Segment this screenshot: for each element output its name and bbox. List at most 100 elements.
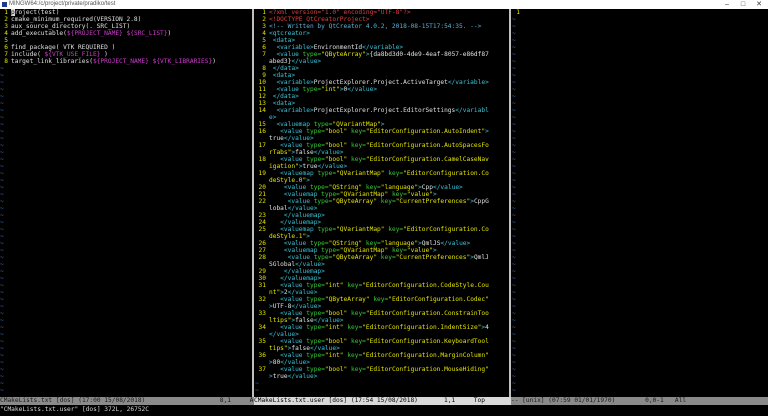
code-line[interactable]: 23 </valuemap> — [255, 212, 508, 219]
code-line[interactable]: true</value> — [255, 135, 508, 142]
empty-buffer-line: ~ — [0, 86, 4, 93]
code-line[interactable]: 16 <value type="bool" key="EditorConfigu… — [255, 128, 508, 135]
code-token: > — [306, 177, 310, 184]
code-line[interactable]: 20 <value type="QString" key="language">… — [255, 184, 508, 191]
code-line[interactable]: 5 — [0, 37, 252, 44]
code-line[interactable]: 15 <valuemap type="QVariantMap"> — [255, 121, 508, 128]
code-line[interactable]: 35 <value type="bool" key="EditorConfigu… — [255, 338, 508, 345]
code-token: </valuemap> — [269, 219, 322, 226]
code-line[interactable]: 34 <value type="int" key="EditorConfigur… — [255, 324, 508, 331]
code-token: key= — [384, 226, 404, 233]
code-token: include( — [11, 51, 45, 58]
code-line[interactable]: 25 <valuemap type="QVariantMap" key="Edi… — [255, 226, 508, 233]
code-line[interactable]: 1 <?xml version="1.0" encoding="UTF-8"?> — [255, 9, 508, 16]
code-line[interactable]: 5 <data> — [255, 37, 508, 44]
code-line[interactable]: e> — [255, 114, 508, 121]
code-line[interactable]: rTabs">false</value> — [255, 149, 508, 156]
code-line[interactable]: igation">true</value> — [255, 163, 508, 170]
code-line[interactable]: 24 </valuemap> — [255, 219, 508, 226]
code-line[interactable]: 32 <value type="QByteArray" key="EditorC… — [255, 296, 508, 303]
code-line[interactable]: 28 <value type="QByteArray" key="Current… — [255, 254, 508, 261]
editor-pane-cmakelists[interactable]: 1 project(test) 2 cmake_minimum_required(VE… — [0, 9, 252, 397]
empty-buffer-line: ~ — [0, 373, 4, 380]
code-line[interactable]: 7 <value type="QByteArray">{da8bd3d0-4de… — [255, 51, 508, 58]
code-line[interactable]: 2 cmake_minimum_required(VERSION 2.8) — [0, 16, 252, 23]
code-token: key= — [343, 324, 363, 331]
empty-buffer-line: ~ — [512, 366, 516, 373]
code-line[interactable]: 3 <!-- Written by QtCreator 4.0.2, 2018-0… — [255, 23, 508, 30]
code-line[interactable]: 17 <value type="bool" key="EditorConfigu… — [255, 142, 508, 149]
code-line[interactable]: >UTF-8</value> — [255, 303, 508, 310]
code-line[interactable]: 12 </data> — [255, 93, 508, 100]
code-line[interactable]: 8 </data> — [255, 65, 508, 72]
line-number: 20 — [258, 184, 266, 191]
code-line[interactable]: deStyle.0"> — [255, 177, 508, 184]
code-line[interactable]: SGlobal</value> — [255, 261, 508, 268]
code-line[interactable]: ltips">false</value> — [255, 317, 508, 324]
code-line[interactable]: 31 <value type="int" key="EditorConfigur… — [255, 282, 508, 289]
empty-buffer-line: ~ — [0, 310, 4, 317]
code-token: ) — [100, 51, 108, 58]
code-line[interactable]: 9 <data> — [255, 72, 508, 79]
empty-buffer-line: ~ — [0, 303, 4, 310]
line-number: 16 — [258, 128, 266, 135]
code-token: add_executable( — [11, 30, 67, 37]
code-line[interactable]: deStyle.1"> — [255, 233, 508, 240]
code-line[interactable]: 18 <value type="bool" key="EditorConfigu… — [255, 156, 508, 163]
line-number: 11 — [258, 86, 266, 93]
code-line[interactable]: 1 — [512, 9, 768, 16]
code-line[interactable]: nt">2</value> — [255, 289, 508, 296]
code-line[interactable]: 4 <qtcreator> — [255, 30, 508, 37]
line-number: 21 — [258, 191, 266, 198]
code-token: > — [380, 121, 385, 128]
code-line[interactable]: 22 <value type="QByteArray" key="Current… — [255, 198, 508, 205]
code-line[interactable]: 14 <variable>ProjectExplorer.Project.Edi… — [255, 107, 508, 114]
code-line[interactable]: 33 <value type="bool" key="EditorConfigu… — [255, 310, 508, 317]
code-token: EnvironmentId — [313, 44, 363, 51]
code-line[interactable]: 7 include( ${VTK_USE_FILE} ) — [0, 51, 252, 58]
code-line[interactable]: 19 <valuemap type="QVariantMap" key="Edi… — [255, 170, 508, 177]
code-line[interactable]: 21 <valuemap type="QVariantMap" key="val… — [255, 191, 508, 198]
code-line[interactable]: 26 <value type="QString" key="language">… — [255, 240, 508, 247]
line-number: 13 — [258, 100, 266, 107]
code-line[interactable]: 11 <value type="int">0</value> — [255, 86, 508, 93]
code-line[interactable]: 2 <!DOCTYPE QtCreatorProject> — [255, 16, 508, 23]
maximize-button[interactable]: □ — [736, 0, 750, 9]
line-number: 3 — [4, 23, 8, 30]
code-line[interactable]: 6 <variable>EnvironmentId</variable> — [255, 44, 508, 51]
empty-buffer-line: ~ — [512, 16, 516, 23]
code-line[interactable]: lobal</value> — [255, 205, 508, 212]
empty-buffer-line: ~ — [0, 366, 4, 373]
code-token: "bool" — [324, 310, 348, 317]
code-token: key= — [347, 338, 366, 345]
pane-separator[interactable] — [252, 9, 254, 397]
command-line[interactable]: "CMakeLists.txt.user" [dos] 372L, 26752C — [0, 405, 768, 416]
code-line[interactable]: 3 aux_source_directory(. SRC_LIST) — [0, 23, 252, 30]
editor-pane-cmakelists-user[interactable]: 1 <?xml version="1.0" encoding="UTF-8"?> 2… — [255, 9, 508, 397]
code-token: type= — [313, 121, 333, 128]
code-token: <value — [269, 352, 307, 359]
code-line[interactable]: 6 find_package( VTK REQUIRED ) — [0, 44, 252, 51]
code-line[interactable]: 37 <value type="bool" key="EditorConfigu… — [255, 366, 508, 373]
code-line[interactable]: abed3}</value> — [255, 58, 508, 65]
code-line[interactable]: 1 project(test) — [0, 9, 252, 16]
close-button[interactable]: ✕ — [752, 0, 766, 9]
terminal-area[interactable]: 1 project(test) 2 cmake_minimum_required(VE… — [0, 9, 768, 416]
code-line[interactable]: >true</value> — [255, 373, 508, 380]
code-token: <data> — [269, 72, 296, 79]
code-line[interactable]: tips">false</value> — [255, 345, 508, 352]
pane-separator[interactable] — [509, 9, 511, 397]
code-line[interactable]: 29 </valuemap> — [255, 268, 508, 275]
editor-pane-empty[interactable]: 1 ~ ~ ~ ~ ~ ~ ~ ~ ~ ~ ~ ~ ~ ~ ~ ~ ~ ~ ~ ~ ~ ~ ~ ~ ~ ~ ~ ~ ~ ~ ~ ~ ~ ~ ~ ~ ~ ~ ~… — [512, 9, 768, 397]
code-line[interactable]: >80</value> — [255, 359, 508, 366]
code-line[interactable]: 8 target_link_libraries(${PROJECT_NAME} $… — [0, 58, 252, 65]
code-line[interactable]: 27 <valuemap type="QVariantMap" key="val… — [255, 247, 508, 254]
minimize-button[interactable]: – — [720, 0, 734, 9]
code-line[interactable]: 4 add_executable(${PROJECT_NAME} ${SRC_LI… — [0, 30, 252, 37]
code-line[interactable]: </value> — [255, 331, 508, 338]
code-line[interactable]: 30 </valuemap> — [255, 275, 508, 282]
code-line[interactable]: 13 <data> — [255, 100, 508, 107]
code-line[interactable]: 10 <variable>ProjectExplorer.Project.Act… — [255, 79, 508, 86]
code-token: "QByteArray" — [324, 296, 370, 303]
code-line[interactable]: 36 <value type="int" key="EditorConfigur… — [255, 352, 508, 359]
